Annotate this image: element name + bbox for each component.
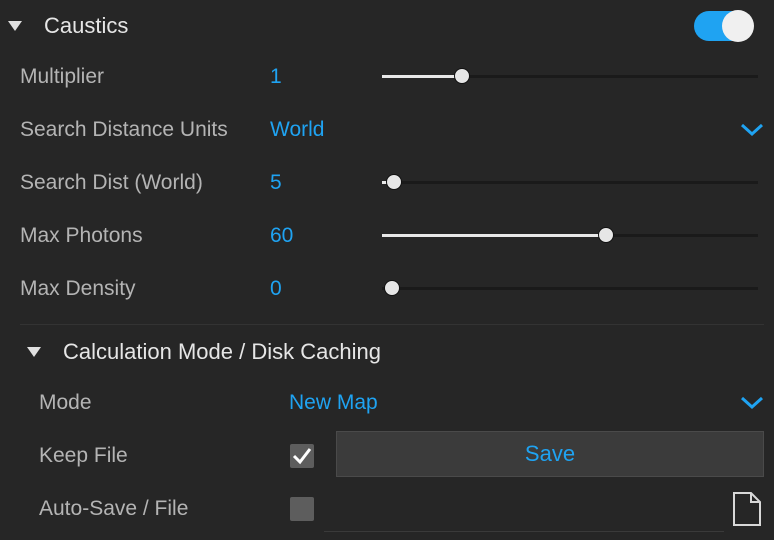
slider-knob[interactable] (386, 174, 402, 190)
max-density-value[interactable]: 0 (270, 277, 282, 301)
search-units-label: Search Distance Units (20, 118, 228, 141)
multiplier-label: Multiplier (20, 65, 105, 88)
slider-knob[interactable] (384, 280, 400, 296)
file-icon[interactable] (732, 491, 762, 532)
caustics-toggle[interactable] (694, 10, 754, 42)
slider-knob[interactable] (598, 227, 614, 243)
search-dist-value[interactable]: 5 (270, 171, 282, 195)
search-dist-slider[interactable] (382, 174, 758, 190)
max-photons-label: Max Photons (20, 224, 143, 247)
max-density-slider[interactable] (382, 280, 758, 296)
calc-mode-title: Calculation Mode / Disk Caching (63, 339, 381, 364)
save-button[interactable]: Save (336, 431, 764, 477)
section-divider (20, 324, 764, 325)
max-density-label: Max Density (20, 277, 136, 300)
keep-file-label: Keep File (39, 444, 128, 467)
calc-mode-collapse-icon[interactable] (27, 347, 41, 357)
mode-value[interactable]: New Map (289, 391, 378, 415)
chevron-down-icon[interactable] (740, 396, 764, 410)
search-dist-label: Search Dist (World) (20, 171, 203, 194)
caustics-collapse-icon[interactable] (8, 21, 22, 31)
multiplier-slider[interactable] (382, 68, 758, 84)
search-units-value[interactable]: World (270, 118, 324, 142)
slider-knob[interactable] (454, 68, 470, 84)
save-button-label: Save (524, 441, 576, 466)
slider-fill (382, 75, 462, 78)
auto-save-label: Auto-Save / File (39, 497, 189, 520)
max-photons-slider[interactable] (382, 227, 758, 243)
auto-save-checkbox[interactable] (290, 497, 314, 521)
caustics-title: Caustics (44, 13, 129, 38)
multiplier-value[interactable]: 1 (270, 65, 282, 89)
slider-fill (382, 234, 606, 237)
slider-track (382, 287, 758, 290)
chevron-down-icon[interactable] (740, 123, 764, 137)
keep-file-checkbox[interactable] (290, 444, 314, 468)
mode-label: Mode (39, 391, 92, 414)
checkmark-icon (292, 448, 312, 465)
file-path-field[interactable] (324, 531, 724, 532)
slider-track (382, 181, 758, 184)
max-photons-value[interactable]: 60 (270, 224, 293, 248)
toggle-knob (722, 10, 754, 42)
